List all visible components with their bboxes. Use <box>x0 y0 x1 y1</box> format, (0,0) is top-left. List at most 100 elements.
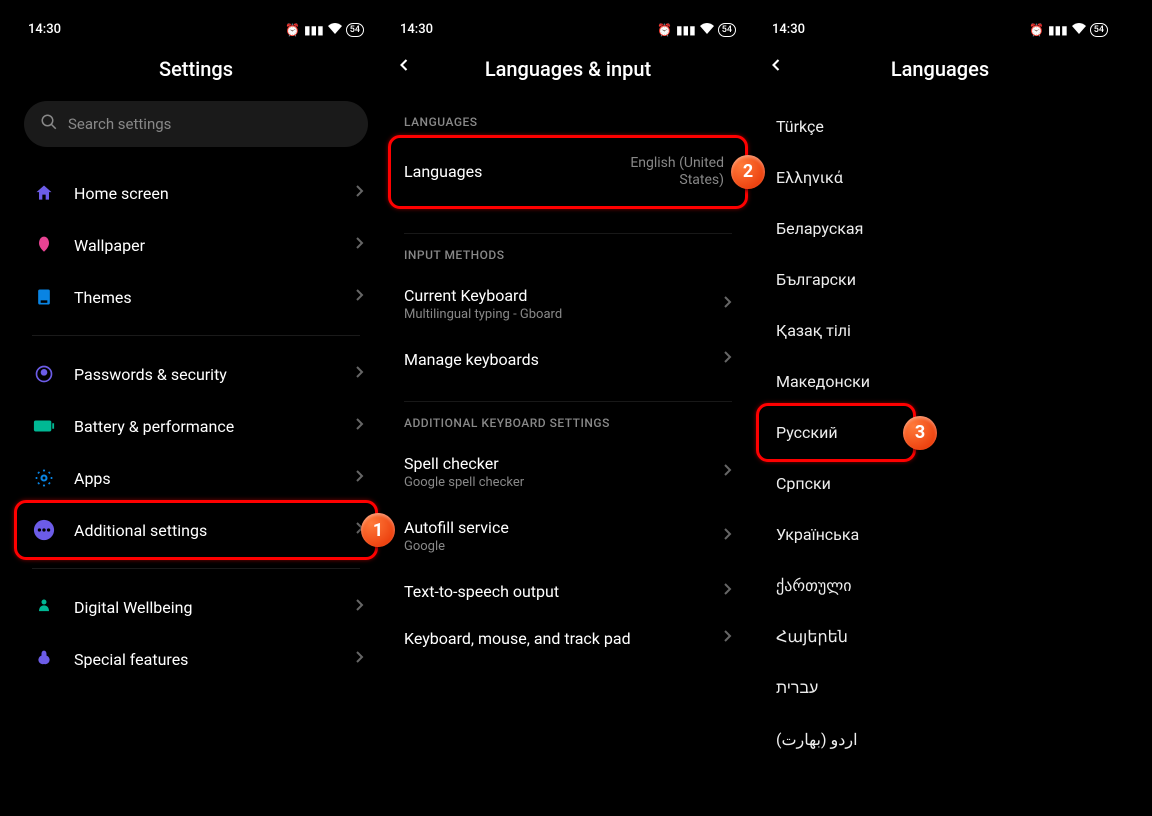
language-option[interactable]: ქართული <box>762 560 1118 611</box>
language-option[interactable]: Македонски <box>762 356 1118 407</box>
special-icon <box>32 647 56 671</box>
status-time: 14:30 <box>400 22 433 37</box>
battery-icon: 54 <box>1090 23 1108 37</box>
chevron-right-icon <box>354 469 364 487</box>
header: Languages <box>762 41 1118 101</box>
wifi-icon <box>1072 23 1086 37</box>
wifi-icon <box>328 23 342 37</box>
search-input[interactable]: Search settings <box>24 101 368 147</box>
settings-item[interactable]: Home screen <box>18 167 374 219</box>
item-label: Apps <box>74 469 336 488</box>
status-time: 14:30 <box>28 22 61 37</box>
settings-item[interactable]: Special features <box>18 633 374 685</box>
item-value: English (United States) <box>612 155 732 189</box>
battery-icon: 54 <box>346 23 364 37</box>
battery-icon <box>32 414 56 438</box>
settings-item[interactable]: Digital Wellbeing <box>18 581 374 633</box>
search-placeholder: Search settings <box>68 115 171 133</box>
chevron-right-icon <box>354 598 364 616</box>
item-sub: Multilingual typing - Gboard <box>404 307 722 322</box>
status-icons: ⏰ ▮▮▮ 54 <box>285 23 364 37</box>
header: Settings <box>18 41 374 101</box>
language-option[interactable]: Հայերեն <box>762 611 1118 662</box>
status-bar: 14:30 ⏰ ▮▮▮ 54 <box>762 16 1118 41</box>
wellbeing-icon <box>32 595 56 619</box>
settings-item[interactable]: Additional settings <box>18 504 374 556</box>
additional-icon <box>32 518 56 542</box>
language-option[interactable]: Ελληνικά <box>762 152 1118 203</box>
back-button[interactable] <box>394 55 414 81</box>
item-label: Additional settings <box>74 521 336 540</box>
item-label: Autofill service <box>404 518 722 537</box>
apps-icon <box>32 466 56 490</box>
signal-icon: ▮▮▮ <box>304 23 324 37</box>
language-option[interactable]: Беларуская <box>762 203 1118 254</box>
chevron-right-icon <box>722 350 732 368</box>
back-button[interactable] <box>766 55 786 81</box>
language-option[interactable]: Türkçe <box>762 101 1118 152</box>
chevron-right-icon <box>722 463 732 481</box>
chevron-right-icon <box>722 295 732 313</box>
item-label: Home screen <box>74 184 336 203</box>
battery-icon: 54 <box>718 23 736 37</box>
home-icon <box>32 181 56 205</box>
item-label: Digital Wellbeing <box>74 598 336 617</box>
item-label: Wallpaper <box>74 236 336 255</box>
chevron-right-icon <box>722 582 732 600</box>
item-label: Spell checker <box>404 454 722 473</box>
chevron-right-icon <box>354 417 364 435</box>
alarm-icon: ⏰ <box>1029 23 1044 37</box>
settings-item[interactable]: Wallpaper <box>18 219 374 271</box>
item-label: Passwords & security <box>74 365 336 384</box>
language-option[interactable]: اردو (بھارت) <box>762 714 1118 765</box>
status-bar: 14:30 ⏰ ▮▮▮ 54 <box>18 16 374 41</box>
chevron-right-icon <box>722 527 732 545</box>
status-icons: ⏰ ▮▮▮ 54 <box>1029 23 1108 37</box>
settings-row[interactable]: Keyboard, mouse, and track pad <box>390 615 746 662</box>
search-icon <box>40 113 58 135</box>
item-sub: Google <box>404 539 722 554</box>
language-option[interactable]: Русский <box>762 407 1118 458</box>
language-option[interactable]: Қазақ тілі <box>762 305 1118 356</box>
language-option[interactable]: Български <box>762 254 1118 305</box>
security-icon <box>32 362 56 386</box>
settings-item[interactable]: Themes <box>18 271 374 323</box>
language-option[interactable]: Српски <box>762 458 1118 509</box>
wifi-icon <box>700 23 714 37</box>
divider <box>32 335 360 336</box>
signal-icon: ▮▮▮ <box>676 23 696 37</box>
chevron-right-icon <box>354 521 364 539</box>
chevron-right-icon <box>354 184 364 202</box>
chevron-right-icon <box>354 236 364 254</box>
status-time: 14:30 <box>772 22 805 37</box>
page-title: Languages <box>891 57 989 81</box>
settings-row[interactable]: Manage keyboards <box>390 336 746 383</box>
chevron-right-icon <box>354 288 364 306</box>
divider <box>32 568 360 569</box>
settings-item[interactable]: Battery & performance <box>18 400 374 452</box>
themes-icon <box>32 285 56 309</box>
chevron-right-icon <box>722 629 732 647</box>
item-label: Current Keyboard <box>404 286 722 305</box>
settings-row[interactable]: Current Keyboard Multilingual typing - Gb… <box>390 272 746 336</box>
language-option[interactable]: עברית <box>762 662 1118 714</box>
settings-item[interactable]: Passwords & security <box>18 348 374 400</box>
item-sub: Google spell checker <box>404 475 722 490</box>
settings-row[interactable]: Spell checker Google spell checker <box>390 440 746 504</box>
item-label: Languages <box>404 162 612 181</box>
alarm-icon: ⏰ <box>285 23 300 37</box>
settings-item[interactable]: Apps <box>18 452 374 504</box>
page-title: Settings <box>159 57 233 81</box>
wallpaper-icon <box>32 233 56 257</box>
item-label: Themes <box>74 288 336 307</box>
settings-row[interactable]: Text-to-speech output <box>390 568 746 615</box>
language-option[interactable]: Українська <box>762 509 1118 560</box>
item-label: Manage keyboards <box>404 350 722 369</box>
item-label: Text-to-speech output <box>404 582 722 601</box>
section-label-languages: LANGUAGES <box>390 101 746 139</box>
status-icons: ⏰ ▮▮▮ 54 <box>657 23 736 37</box>
settings-row[interactable]: Autofill service Google <box>390 504 746 568</box>
item-label: Keyboard, mouse, and track pad <box>404 629 722 648</box>
languages-row[interactable]: Languages English (United States) <box>390 139 746 205</box>
page-title: Languages & input <box>485 57 651 81</box>
